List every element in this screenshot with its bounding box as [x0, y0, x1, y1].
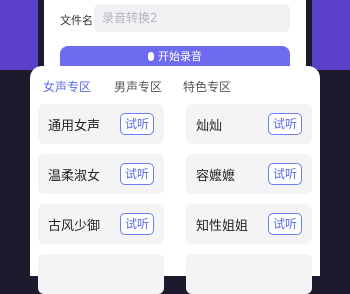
- background-frame-left: [0, 0, 38, 70]
- voice-card[interactable]: 容嬷嬷 试听: [186, 154, 312, 194]
- voice-selection-panel: 女声专区 男声专区 特色专区 通用女声 试听 灿灿 试听 温柔淑女 试听 容嬷嬷…: [30, 66, 320, 294]
- preview-button[interactable]: 试听: [268, 113, 302, 135]
- voice-name: 知性姐姐: [196, 219, 249, 234]
- voice-card-partial[interactable]: [186, 254, 312, 294]
- voice-card[interactable]: 知性姐姐 试听: [186, 204, 312, 244]
- background-frame-right: [312, 0, 350, 70]
- voice-name: 温柔淑女: [48, 169, 101, 184]
- tab-female-voices[interactable]: 女声专区: [43, 78, 91, 95]
- start-recording-label: 开始录音: [158, 50, 202, 63]
- voice-card[interactable]: 温柔淑女 试听: [38, 154, 164, 194]
- filename-input[interactable]: 录音转换2: [94, 4, 290, 32]
- preview-button[interactable]: 试听: [120, 113, 154, 135]
- voice-card-partial[interactable]: [38, 254, 164, 294]
- tab-male-voices[interactable]: 男声专区: [114, 78, 162, 95]
- filename-label: 文件名: [60, 14, 93, 27]
- preview-button[interactable]: 试听: [268, 163, 302, 185]
- voice-name: 通用女声: [48, 119, 101, 134]
- voice-card[interactable]: 古风少御 试听: [38, 204, 164, 244]
- voice-card[interactable]: 通用女声 试听: [38, 104, 164, 144]
- preview-button[interactable]: 试听: [120, 213, 154, 235]
- tab-special-voices[interactable]: 特色专区: [183, 78, 231, 95]
- voice-name: 容嬷嬷: [196, 169, 236, 184]
- voice-card[interactable]: 灿灿 试听: [186, 104, 312, 144]
- record-dialog: 文件名 录音转换2 开始录音: [44, 0, 306, 74]
- preview-button[interactable]: 试听: [120, 163, 154, 185]
- preview-button[interactable]: 试听: [268, 213, 302, 235]
- microphone-icon: [148, 52, 154, 61]
- voice-name: 灿灿: [196, 119, 223, 134]
- voice-name: 古风少御: [48, 219, 101, 234]
